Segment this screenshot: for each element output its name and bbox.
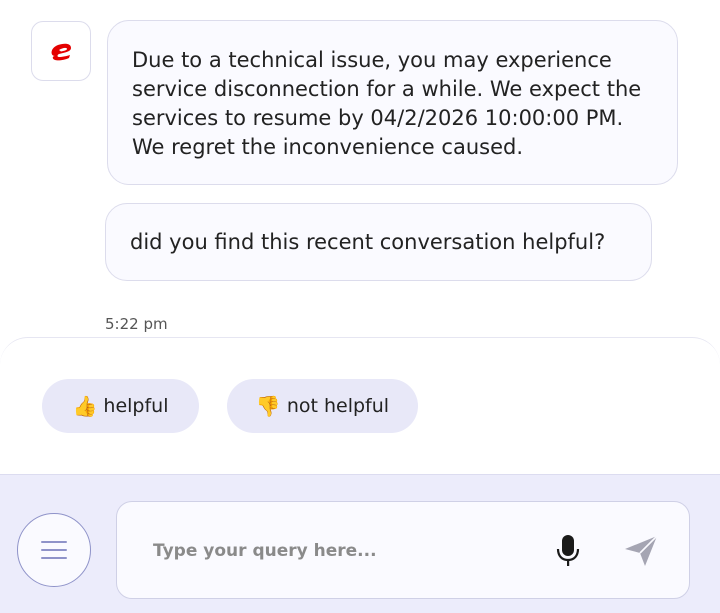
bot-message-bubble: Due to a technical issue, you may experi… xyxy=(107,20,678,185)
bot-message-text: did you find this recent conversation he… xyxy=(130,230,606,254)
microphone-icon xyxy=(556,535,580,566)
send-icon xyxy=(625,535,658,566)
chat-area: Due to a technical issue, you may experi… xyxy=(0,0,720,345)
thumbs-down-icon: 👎 xyxy=(255,394,281,418)
message-timestamp: 5:22 pm xyxy=(105,315,168,333)
query-input[interactable] xyxy=(151,532,535,570)
mic-button[interactable] xyxy=(553,532,583,570)
not-helpful-chip-button[interactable]: 👎 not helpful xyxy=(227,379,418,433)
bot-message-bubble-feedback: did you find this recent conversation he… xyxy=(105,203,652,281)
query-box xyxy=(116,501,690,599)
not-helpful-chip-label: not helpful xyxy=(286,395,390,417)
send-button[interactable] xyxy=(622,532,660,570)
bot-avatar xyxy=(31,21,91,81)
menu-button[interactable] xyxy=(17,513,91,587)
thumbs-up-icon: 👍 xyxy=(72,394,98,418)
helpful-chip-button[interactable]: 👍 helpful xyxy=(42,379,199,433)
hamburger-menu-icon xyxy=(41,541,67,559)
helpful-chip-label: helpful xyxy=(103,395,169,417)
input-bar xyxy=(0,474,720,613)
airtel-logo-icon xyxy=(51,43,71,61)
bot-message-text: Due to a technical issue, you may experi… xyxy=(132,48,642,159)
quick-replies-panel: 👍 helpful 👎 not helpful xyxy=(0,337,720,474)
